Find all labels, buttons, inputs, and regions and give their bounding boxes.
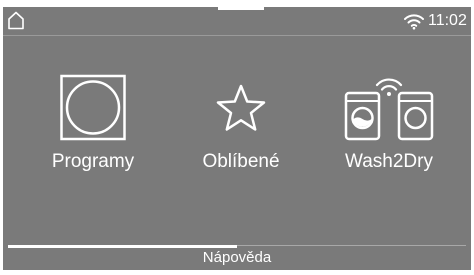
drum-icon	[19, 72, 167, 142]
device-screen: 11:02 Programy Oblíbené Wash2Dry Nápověd…	[3, 7, 471, 270]
wash2dry-label: Wash2Dry	[345, 151, 433, 172]
help-progress-indicator	[8, 245, 237, 248]
top-swipe-indicator[interactable]	[218, 7, 264, 10]
status-bar: 11:02	[3, 7, 471, 36]
star-icon	[167, 72, 315, 142]
programs-tile[interactable]: Programy	[19, 72, 167, 182]
wifi-icon	[403, 12, 425, 30]
favorites-label: Oblíbené	[202, 151, 280, 172]
wash2dry-tile[interactable]: Wash2Dry	[315, 72, 463, 182]
help-label[interactable]: Nápověda	[3, 249, 471, 267]
favorites-tile[interactable]: Oblíbené	[167, 72, 315, 182]
status-divider	[3, 35, 471, 36]
help-bar[interactable]: Nápověda	[3, 245, 471, 270]
clock: 11:02	[428, 12, 467, 29]
washer-dryer-wifi-icon	[315, 72, 463, 142]
home-icon[interactable]	[6, 10, 26, 30]
programs-label: Programy	[51, 151, 135, 172]
